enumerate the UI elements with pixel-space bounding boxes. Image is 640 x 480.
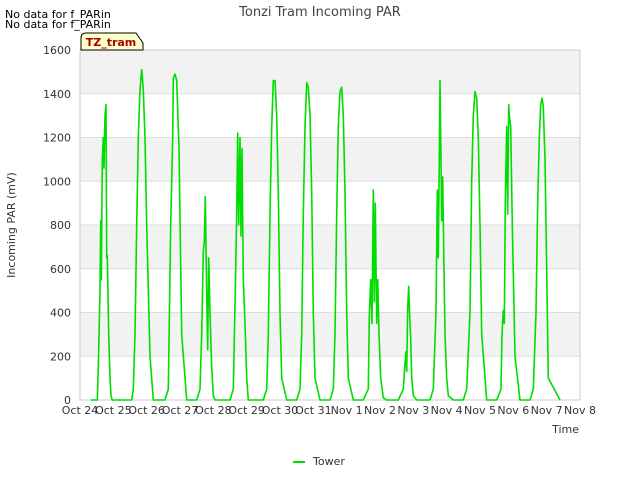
x-tick-label: Nov 8 [564,404,596,417]
x-tick-label: Oct 28 [195,404,232,417]
x-tick-label: Oct 24 [62,404,99,417]
x-tick-label: Nov 6 [497,404,529,417]
y-tick-label: 800 [50,219,71,232]
x-tick-label: Oct 25 [95,404,132,417]
grid-band [80,50,580,94]
site-tag: TZ_tram [80,32,144,51]
x-tick-label: Oct 31 [295,404,332,417]
y-tick-label: 1000 [43,175,71,188]
y-tick-label: 200 [50,350,71,363]
x-tick-label: Oct 26 [128,404,165,417]
chart-title: Tonzi Tram Incoming PAR [238,5,401,20]
x-axis: Oct 24Oct 25Oct 26Oct 27Oct 28Oct 29Oct … [62,404,596,417]
x-tick-label: Oct 30 [262,404,299,417]
chart: Tonzi Tram Incoming PAR 0200400600800100… [5,5,596,468]
y-axis-label: Incoming PAR (mV) [5,172,18,278]
x-tick-label: Oct 27 [162,404,199,417]
x-tick-label: Nov 1 [331,404,363,417]
x-tick-label: Nov 7 [531,404,563,417]
y-tick-label: 1600 [43,44,71,57]
y-tick-label: 1200 [43,132,71,145]
x-tick-label: Nov 5 [464,404,496,417]
y-tick-label: 600 [50,263,71,276]
x-tick-label: Nov 3 [397,404,429,417]
x-tick-label: Nov 4 [431,404,463,417]
x-tick-label: Nov 2 [364,404,396,417]
grid-band [80,137,580,182]
y-tick-label: 1400 [43,88,71,101]
x-tick-label: Oct 29 [228,404,265,417]
y-tick-label: 400 [50,307,71,320]
x-axis-label: Time [551,423,579,436]
site-tag-label: TZ_tram [86,36,137,49]
y-axis: 02004006008001000120014001600 [43,44,71,407]
legend-label: Tower [312,455,345,468]
legend: Tower [293,455,345,468]
